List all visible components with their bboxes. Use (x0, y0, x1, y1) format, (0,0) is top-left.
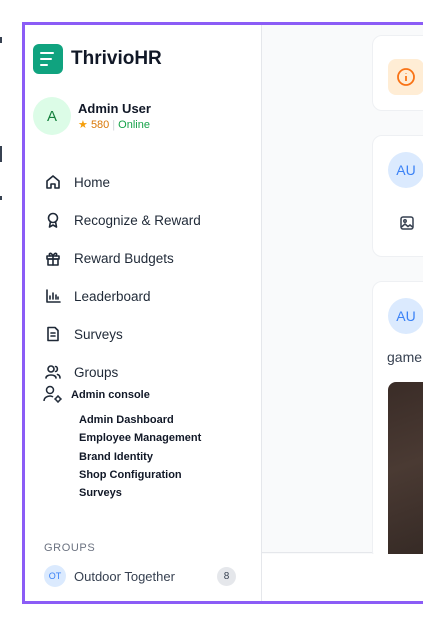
avatar: A (33, 97, 71, 135)
admin-submenu: Admin Dashboard Employee Management Bran… (79, 411, 201, 502)
sidebar-item-label: Recognize & Reward (74, 212, 201, 228)
sidebar-item-home[interactable]: Home (45, 163, 201, 201)
image-icon (400, 216, 414, 230)
info-icon (397, 68, 415, 86)
background-mark (0, 146, 2, 162)
admin-item-employee-management[interactable]: Employee Management (79, 429, 201, 447)
group-count-badge: 8 (217, 566, 236, 586)
admin-item-dashboard[interactable]: Admin Dashboard (79, 411, 201, 429)
background-mark (0, 37, 2, 43)
separator: | (112, 119, 116, 131)
users-icon (45, 365, 61, 379)
admin-console-label: Admin console (71, 389, 150, 401)
sidebar-nav: Home Recognize & Reward Reward Budgets L… (45, 163, 201, 391)
sidebar-item-label: Home (74, 174, 111, 190)
sidebar-item-recognize[interactable]: Recognize & Reward (45, 201, 201, 239)
sidebar-item-label: Leaderboard (74, 288, 151, 304)
group-item-outdoor-together[interactable]: OT Outdoor Together 8 (44, 565, 236, 587)
user-points: 580 (90, 119, 110, 131)
main-feed: AU AU game (262, 25, 423, 582)
bar-chart-icon (46, 289, 61, 303)
group-name: Outdoor Together (74, 568, 175, 584)
app-logo[interactable]: ThrivioHR (33, 44, 162, 74)
gift-icon (46, 252, 60, 266)
avatar: AU (388, 298, 423, 334)
admin-item-brand-identity[interactable]: Brand Identity (79, 448, 201, 466)
avatar: AU (388, 152, 423, 188)
post-card: AU game (372, 281, 423, 582)
award-icon (47, 212, 59, 228)
admin-console-heading[interactable]: Admin console (43, 385, 150, 405)
user-profile[interactable]: A Admin User ★ 580 | Online (33, 97, 151, 135)
compose-card: AU (372, 135, 423, 257)
app-window: ThrivioHR A Admin User ★ 580 | Online Home… (22, 22, 423, 604)
background-mark (0, 196, 2, 200)
user-name: Admin User (78, 101, 151, 116)
post-image[interactable] (388, 382, 423, 582)
info-badge (388, 59, 423, 95)
sidebar-item-surveys[interactable]: Surveys (45, 315, 201, 353)
groups-section-label: GROUPS (44, 542, 96, 554)
admin-item-shop-configuration[interactable]: Shop Configuration (79, 466, 201, 484)
status-badge: Online (118, 119, 150, 131)
home-icon (46, 175, 60, 189)
background-strip (0, 0, 23, 634)
sidebar-item-label: Surveys (74, 326, 123, 342)
app-name: ThrivioHR (71, 48, 162, 69)
user-settings-icon (43, 385, 62, 403)
sidebar-item-label: Reward Budgets (74, 250, 174, 266)
admin-item-surveys[interactable]: Surveys (79, 484, 201, 502)
group-avatar: OT (44, 565, 66, 587)
post-text: game (387, 349, 423, 365)
star-icon: ★ (78, 119, 88, 131)
sidebar-item-reward-budgets[interactable]: Reward Budgets (45, 239, 201, 277)
menu-logo-icon (33, 44, 63, 74)
sidebar: ThrivioHR A Admin User ★ 580 | Online Home… (25, 25, 262, 601)
notice-card (372, 35, 423, 111)
image-upload-button[interactable] (400, 216, 414, 230)
document-icon (47, 326, 59, 342)
sidebar-item-leaderboard[interactable]: Leaderboard (45, 277, 201, 315)
footer-area (262, 554, 423, 601)
sidebar-item-label: Groups (74, 364, 119, 380)
